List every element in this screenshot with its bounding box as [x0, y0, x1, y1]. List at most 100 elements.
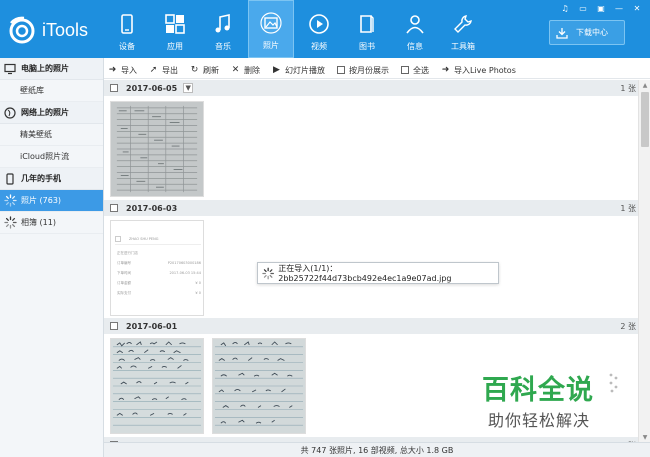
date-label: 2017-06-01 [126, 321, 178, 331]
sidebar-item-label: 壁纸库 [20, 86, 44, 95]
music-mini-icon[interactable]: ♫ [556, 2, 574, 14]
export-label: 导出 [162, 65, 178, 75]
title-bar: iTools 设备 应用 音乐 照片 视频 图书 信息 工具箱 ♫ ▭ ▣ — … [0, 0, 650, 58]
photo-thumbnail[interactable]: ZHAO SHU PENG 正在进行门店 订单编号 P20170603000186… [110, 220, 204, 316]
chevron-down-icon[interactable]: ▼ [183, 83, 194, 93]
phone-icon [121, 14, 133, 34]
sidebar-item-wallpaper-library[interactable]: 壁纸库 [0, 80, 103, 102]
delete-button[interactable]: ✕ 删除 [231, 65, 260, 76]
nav-info[interactable]: 信息 [392, 0, 438, 58]
select-all-checkbox[interactable]: 全选 [401, 65, 429, 76]
checkbox[interactable] [401, 66, 409, 74]
skin-icon[interactable]: ▣ [592, 2, 610, 14]
globe-icon [4, 106, 16, 119]
by-month-checkbox[interactable]: 按月份展示 [337, 65, 389, 76]
nav-apps[interactable]: 应用 [152, 0, 198, 58]
import-icon: ➜ [108, 65, 117, 75]
sidebar-item-label: 相簿 (11) [21, 218, 56, 227]
date-checkbox[interactable] [110, 322, 118, 330]
nav-photos[interactable]: 照片 [248, 0, 294, 58]
window-controls: ♫ ▭ ▣ — ✕ [556, 2, 646, 14]
download-icon [556, 27, 568, 39]
import-live-photos-button[interactable]: ➜ 导入Live Photos [441, 65, 516, 76]
sidebar-group-label: 电脑上的照片 [21, 64, 69, 73]
sidebar-item-label: 照片 (763) [21, 196, 62, 205]
nav-music-label: 音乐 [215, 42, 231, 51]
receipt-row: 订单金额 ¥ 0 [117, 281, 201, 291]
by-month-label: 按月份展示 [349, 65, 389, 75]
receipt-logo-icon [115, 235, 121, 242]
receipt-row: 实际支付 ¥ 0 [117, 291, 201, 301]
photo-icon [260, 12, 282, 34]
receipt-value: P20170603000186 [167, 261, 201, 265]
sidebar-item-wallpapers[interactable]: 精美壁纸 [0, 124, 103, 146]
handwritten-sheet-image [111, 339, 203, 433]
date-checkbox[interactable] [110, 204, 118, 212]
sidebar-item-photos[interactable]: 照片 (763) [0, 190, 103, 212]
status-text: 共 747 张照片, 16 部视频, 总大小 1.8 GB [300, 445, 454, 455]
refresh-button[interactable]: ↻ 刷新 [190, 65, 219, 76]
receipt-key: 订单编号 [117, 261, 131, 265]
nav-toolbox[interactable]: 工具箱 [440, 0, 486, 58]
nav-device[interactable]: 设备 [104, 0, 150, 58]
music-icon [215, 14, 230, 33]
nav-device-label: 设备 [119, 42, 135, 51]
sidebar-item-label: iCloud照片流 [20, 152, 70, 161]
receipt-row: 订单编号 P20170603000186 [117, 261, 201, 271]
minimize-icon[interactable]: — [610, 2, 628, 14]
receipt-header-text: ZHAO SHU PENG [129, 236, 159, 241]
app-name: iTools [42, 19, 89, 40]
import-icon: ➜ [441, 65, 450, 75]
checkbox[interactable] [337, 66, 345, 74]
sidebar-item-label: 精美壁纸 [20, 130, 52, 139]
import-label: 导入 [121, 65, 137, 75]
import-progress-text: 正在导入(1/1)：2bb25722f44d73bcb492e4ec1a9e07… [278, 264, 452, 283]
nav-music[interactable]: 音乐 [200, 0, 246, 58]
main-nav: 设备 应用 音乐 照片 视频 图书 信息 工具箱 [104, 0, 488, 58]
sidebar-group-phone: 几年的手机 [0, 168, 103, 190]
delete-icon: ✕ [231, 65, 240, 75]
receipt-value: ¥ 0 [195, 281, 201, 285]
photo-thumbnail[interactable] [110, 338, 204, 434]
receipt-value: ¥ 0 [195, 291, 201, 295]
date-label: 2017-06-05 [126, 83, 178, 93]
book-icon [360, 15, 374, 33]
close-icon[interactable]: ✕ [628, 2, 646, 14]
refresh-icon: ↻ [190, 65, 199, 75]
loading-spinner-icon [4, 194, 17, 207]
nav-books[interactable]: 图书 [344, 0, 390, 58]
nav-photos-label: 照片 [263, 41, 279, 50]
photo-thumbnail[interactable] [110, 101, 204, 197]
message-icon[interactable]: ▭ [574, 2, 592, 14]
sidebar-group-label: 网络上的照片 [21, 108, 69, 117]
wrench-icon [454, 15, 472, 33]
nav-video[interactable]: 视频 [296, 0, 342, 58]
import-live-label: 导入Live Photos [454, 65, 516, 75]
slideshow-button[interactable]: ▶ 幻灯片播放 [272, 65, 325, 76]
app-logo: iTools [6, 12, 106, 48]
photo-thumbnail[interactable] [212, 338, 306, 434]
watermark-subtitle: 助你轻松解决 [488, 411, 591, 430]
video-icon [309, 14, 329, 34]
receipt-key: 实际支付 [117, 291, 131, 295]
receipt-key: 下单时间 [117, 271, 131, 275]
receipt-row: 下单时间 2017-06-03 15:44 [117, 271, 201, 281]
nav-toolbox-label: 工具箱 [451, 42, 475, 51]
scroll-down-icon[interactable]: ▼ [639, 432, 650, 442]
sidebar-item-albums[interactable]: 相簿 (11) [0, 212, 103, 234]
receipt-title: 正在进行门店 [117, 251, 138, 255]
scroll-up-icon[interactable]: ▲ [639, 80, 650, 90]
monitor-icon [4, 63, 16, 74]
export-button[interactable]: ➚ 导出 [149, 65, 178, 76]
date-checkbox[interactable] [110, 84, 118, 92]
photo-count: 1 张 [620, 83, 636, 93]
download-center-button[interactable]: 下载中心 [549, 20, 625, 45]
sidebar-group-web-photos: 网络上的照片 [0, 102, 103, 124]
import-button[interactable]: ➜ 导入 [108, 65, 137, 76]
scroll-thumb[interactable] [641, 92, 649, 147]
receipt-value: 2017-06-03 15:44 [169, 271, 201, 275]
vertical-scrollbar[interactable]: ▲ ▼ [638, 80, 650, 442]
loading-spinner-icon [262, 267, 274, 279]
sidebar-item-icloud-stream[interactable]: iCloud照片流 [0, 146, 103, 168]
sidebar: 电脑上的照片 壁纸库 网络上的照片 精美壁纸 iCloud照片流 几年的手机 照… [0, 58, 104, 457]
